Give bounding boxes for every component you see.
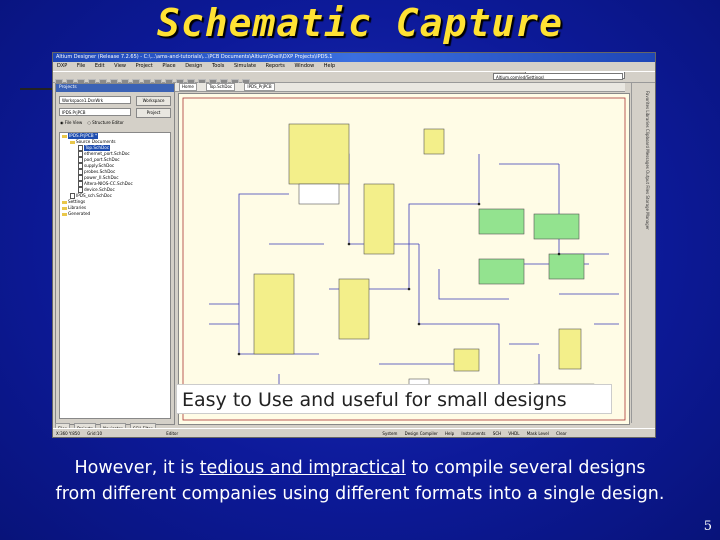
toolbar: Altium.com/ed/Settings\ [53, 71, 655, 87]
menu-item-help[interactable]: Help [324, 62, 335, 71]
tree-item-label: supply.SchDoc [84, 163, 115, 168]
body-line-1-emphasis: tedious and impractical [199, 458, 406, 478]
slide-number: 5 [703, 519, 712, 534]
menu-item-project[interactable]: Project [136, 62, 153, 71]
folder-icon [70, 140, 75, 144]
schematic-canvas[interactable] [178, 93, 630, 425]
chip-u3 [423, 128, 445, 155]
right-panel-tabs[interactable]: Favorites Libraries Clipboard Messages O… [636, 91, 650, 411]
tree-item-label: ethernet_port.SchDoc [84, 151, 130, 156]
tree-item-label: device.SchDoc [84, 187, 115, 192]
file-view-label: File View [64, 120, 83, 125]
menu-item-tools[interactable]: Tools [212, 62, 224, 71]
chip-u2 [363, 183, 395, 255]
tree-item-label: Generated [68, 211, 91, 216]
tree-item-label: Source Documents [76, 139, 116, 144]
body-line-2: from different companies using different… [55, 484, 665, 504]
tree-item-label: power_II.SchDoc [84, 175, 119, 180]
workspace-button[interactable]: Workspace [136, 96, 171, 106]
tree-item-label: IPDS_sch.SchDoc [76, 193, 112, 198]
tab-top-schdoc[interactable]: Top.SchDoc [206, 83, 236, 91]
chip-u1 [288, 123, 350, 185]
menu-item-edit[interactable]: Edit [95, 62, 105, 71]
workspace-field[interactable]: Workspace1.DsnWrk [59, 96, 131, 104]
status-coordinates: X:360 Y:850 [56, 431, 80, 436]
right-panel-strip: Favorites Libraries Clipboard Messages O… [631, 83, 654, 423]
path-field[interactable]: Altium.com/ed/Settings\ [493, 73, 623, 80]
structure-editor-radio[interactable]: ○ Structure Editor [87, 120, 123, 125]
menu-item-dxp[interactable]: DXP [57, 62, 67, 71]
tab-project[interactable]: IPDS_PrjPCB [244, 83, 275, 91]
structure-editor-label: Structure Editor [92, 120, 124, 125]
status-instruments[interactable]: Instruments [461, 429, 485, 437]
chip-u7 [453, 348, 480, 372]
menu-item-place[interactable]: Place [162, 62, 175, 71]
altium-screenshot: Altium Designer (Release 7.2.65) - C:\..… [52, 52, 656, 438]
panel-header: Projects [56, 84, 174, 92]
project-tree: IPDS.PrjPCB * Source Documents Top.SchDoc e… [59, 132, 171, 419]
tree-item-label: Libraries [68, 205, 87, 210]
chip-green-3 [478, 258, 525, 285]
chip-green-2 [533, 213, 580, 240]
components [253, 123, 595, 410]
projects-panel: Projects Workspace1.DsnWrk Workspace IPD… [55, 83, 175, 425]
document-tabs: Home Top.SchDoc IPDS_PrjPCB [175, 83, 625, 92]
tree-item-label: Altera-NIOS-CC.SchDoc [84, 181, 133, 186]
chip-u6 [558, 328, 582, 370]
body-line-1-end: to compile several designs [405, 458, 646, 478]
folder-icon [62, 212, 67, 216]
folder-icon [62, 134, 67, 138]
menu-item-simulate[interactable]: Simulate [234, 62, 256, 71]
status-help[interactable]: Help [445, 429, 454, 437]
tab-home[interactable]: Home [179, 83, 197, 91]
pointer-line [20, 88, 52, 90]
status-vhdl[interactable]: VHDL [508, 429, 519, 437]
menu-bar: DXP File Edit View Project Place Design … [53, 62, 655, 79]
window-titlebar: Altium Designer (Release 7.2.65) - C:\..… [53, 53, 655, 62]
status-grid: Grid:10 [87, 431, 103, 436]
menu-item-design[interactable]: Design [185, 62, 202, 71]
folder-icon [62, 200, 67, 204]
status-bar: X:360 Y:850 Grid:10 Editor System Design… [53, 428, 655, 437]
slide-title: Schematic Capture [157, 1, 563, 45]
status-sch[interactable]: SCH [493, 429, 501, 437]
menu-item-file[interactable]: File [77, 62, 85, 71]
menu-item-window[interactable]: Window [294, 62, 314, 71]
project-button[interactable]: Project [136, 108, 171, 118]
screenshot-caption: Easy to Use and useful for small designs [176, 384, 612, 414]
view-mode-radios: ◉ File View ○ Structure Editor [60, 120, 124, 125]
tree-item-label: probes.SchDoc [84, 169, 116, 174]
menu-item-reports[interactable]: Reports [266, 62, 285, 71]
tab-editor[interactable]: Editor [166, 429, 178, 437]
project-field[interactable]: IPDS.PrjPCB [59, 108, 131, 116]
tree-item[interactable]: Generated [60, 211, 170, 217]
chip-green-4 [548, 253, 585, 280]
slide-body-text: However, it is tedious and impractical t… [0, 455, 720, 507]
folder-icon [62, 206, 67, 210]
status-design-compiler[interactable]: Design Compiler [405, 429, 438, 437]
tree-item-label: Settings [68, 199, 86, 204]
status-clear[interactable]: Clear [556, 429, 566, 437]
chip-green-1 [478, 208, 525, 235]
chip-u5 [338, 278, 370, 340]
file-view-radio[interactable]: ◉ File View [60, 120, 82, 125]
chip-label-box [298, 183, 340, 205]
tree-item-label: pod_port.SchDoc [84, 157, 120, 162]
menu-item-view[interactable]: View [114, 62, 126, 71]
body-line-1: However, it is tedious and impractical t… [0, 455, 720, 481]
status-mask-level[interactable]: Mask Level [527, 429, 549, 437]
body-line-1-start: However, it is [74, 458, 200, 478]
chip-u4 [253, 273, 295, 355]
status-system[interactable]: System [382, 429, 397, 437]
schematic-drawing [182, 97, 626, 421]
